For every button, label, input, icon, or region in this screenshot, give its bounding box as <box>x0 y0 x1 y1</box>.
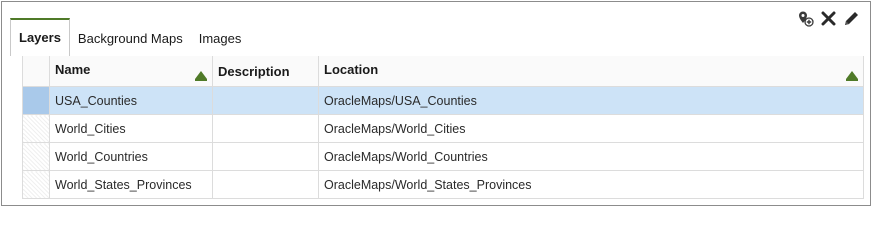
cell-name: World_States_Provinces <box>49 170 213 199</box>
sort-ascending-icon[interactable] <box>846 70 858 81</box>
cell-name: World_Countries <box>49 142 213 171</box>
tab-images[interactable]: Images <box>191 20 250 56</box>
layers-panel: Layers Background Maps Images Name Descr… <box>1 1 871 206</box>
column-header-label: Location <box>324 61 379 77</box>
table-header-row: Name Description Location <box>22 56 864 87</box>
layers-table: Name Description Location USA_Counties O… <box>22 56 864 199</box>
cell-description <box>212 114 319 143</box>
cell-location: OracleMaps/World_Countries <box>318 142 864 171</box>
table-row[interactable]: World_Cities OracleMaps/World_Cities <box>22 114 864 143</box>
row-selector[interactable] <box>22 142 50 171</box>
column-header-label: Name <box>55 61 91 77</box>
cell-name: World_Cities <box>49 114 213 143</box>
cell-description <box>212 142 319 171</box>
row-selector[interactable] <box>22 114 50 143</box>
column-header-description[interactable]: Description <box>212 56 319 87</box>
table-row[interactable]: USA_Counties OracleMaps/USA_Counties <box>22 86 864 115</box>
sort-ascending-icon[interactable] <box>195 70 207 81</box>
cell-location: OracleMaps/World_States_Provinces <box>318 170 864 199</box>
cell-description <box>212 86 319 115</box>
table-row[interactable]: World_States_Provinces OracleMaps/World_… <box>22 170 864 199</box>
table-row[interactable]: World_Countries OracleMaps/World_Countri… <box>22 142 864 171</box>
row-selector-header <box>22 56 50 87</box>
tab-background-maps[interactable]: Background Maps <box>70 20 191 56</box>
column-header-location[interactable]: Location <box>318 56 864 87</box>
column-header-name[interactable]: Name <box>49 56 213 87</box>
row-selector[interactable] <box>22 86 50 115</box>
tab-layers[interactable]: Layers <box>10 18 70 56</box>
row-selector[interactable] <box>22 170 50 199</box>
cell-name: USA_Counties <box>49 86 213 115</box>
cell-description <box>212 170 319 199</box>
tab-bar: Layers Background Maps Images <box>10 18 862 56</box>
cell-location: OracleMaps/USA_Counties <box>318 86 864 115</box>
cell-location: OracleMaps/World_Cities <box>318 114 864 143</box>
column-header-label: Description <box>218 63 290 79</box>
